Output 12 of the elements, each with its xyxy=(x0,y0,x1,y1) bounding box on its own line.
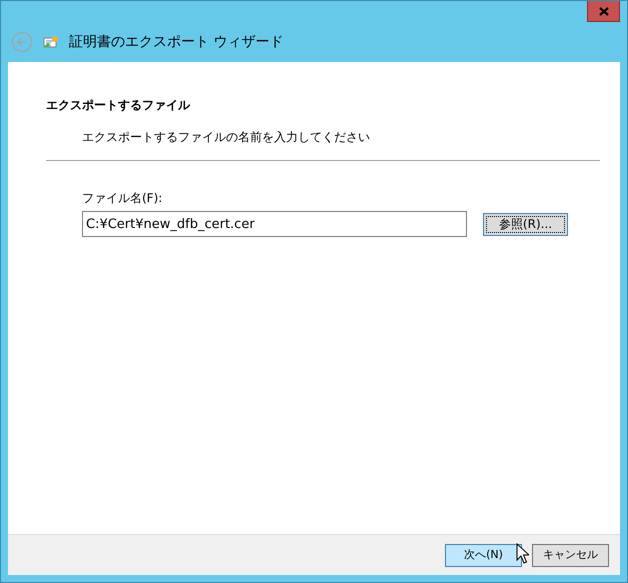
field-label: ファイル名(F): xyxy=(82,190,164,207)
mouse-pointer-icon xyxy=(516,543,529,564)
browse-button[interactable]: 参照(R)... xyxy=(483,212,568,236)
certificate-icon xyxy=(43,34,59,50)
page-heading: エクスポートするファイル xyxy=(46,97,192,114)
window-title: 証明書のエクスポート ウィザード xyxy=(69,32,284,52)
file-name-field[interactable]: C:¥Cert¥new_dfb_cert.cer xyxy=(82,211,467,237)
close-button[interactable] xyxy=(587,1,620,22)
page-description: エクスポートするファイルの名前を入力してください xyxy=(82,129,371,146)
close-icon xyxy=(598,6,608,16)
cancel-button[interactable]: キャンセル xyxy=(532,544,609,566)
next-button[interactable]: 次へ(N) xyxy=(445,544,522,566)
